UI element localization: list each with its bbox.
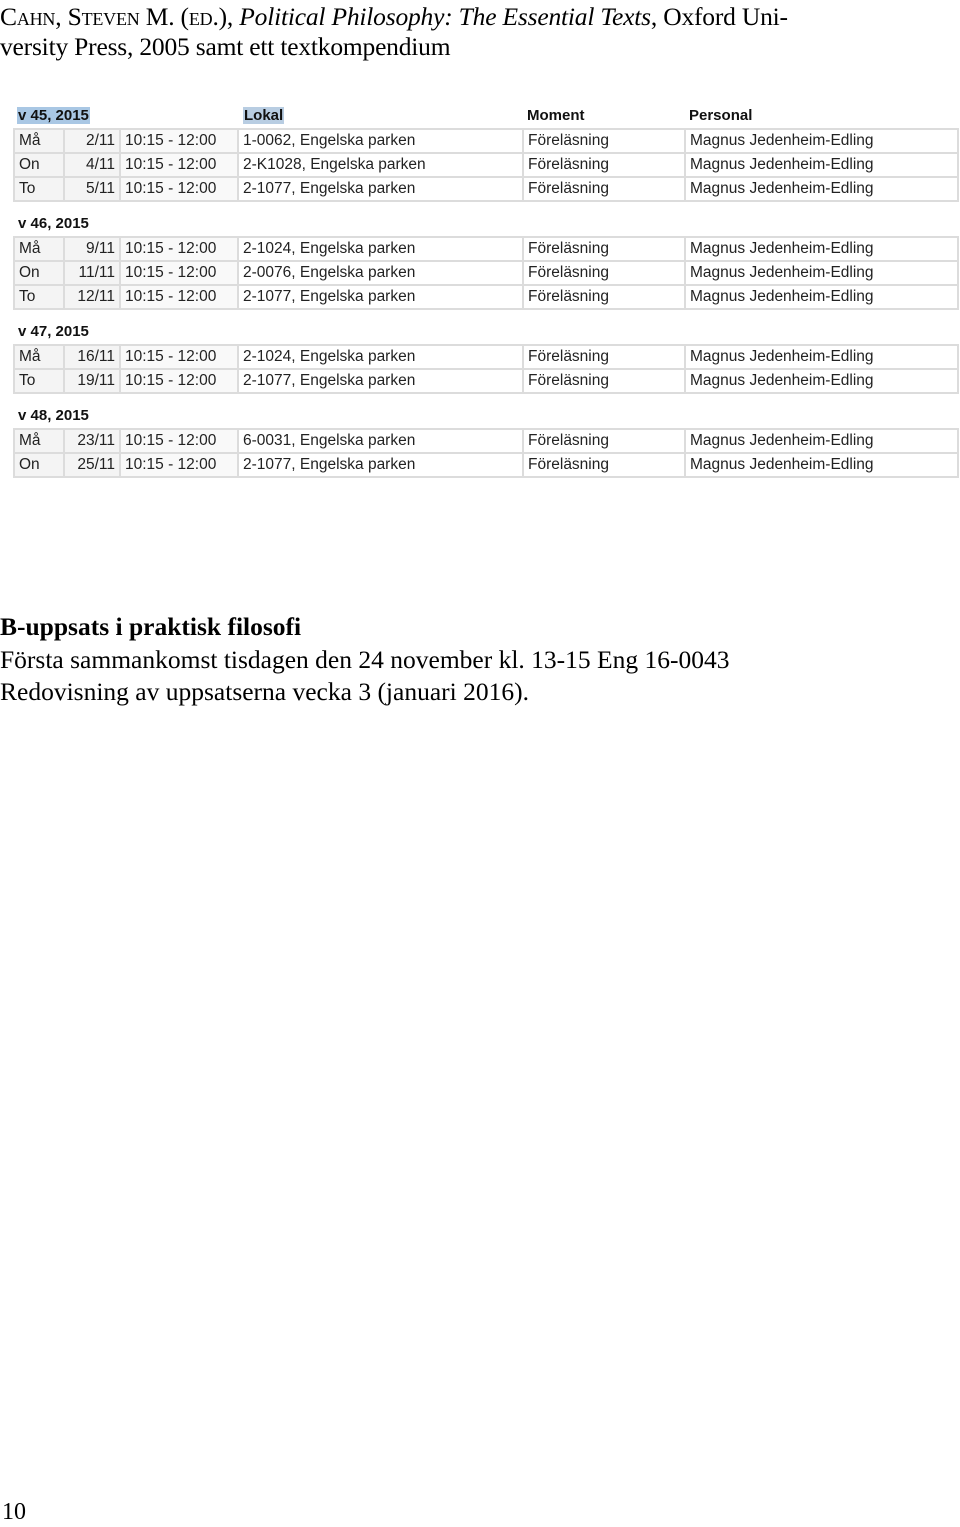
week-label: v 48, 2015 bbox=[18, 407, 89, 424]
cell-moment: Föreläsning bbox=[522, 128, 686, 154]
cell-room: 2-1077, Engelska parken bbox=[237, 284, 524, 310]
table-row: On 4/11 10:15 - 12:00 2-K1028, Engelska par… bbox=[13, 152, 959, 178]
cell-room: 2-0076, Engelska parken bbox=[237, 260, 524, 286]
reference-line-1: Cahn, Steven M. (ed.), Political Philoso… bbox=[0, 2, 788, 31]
table-row: To 19/11 10:15 - 12:00 2-1077, Engelska par… bbox=[13, 368, 959, 394]
cell-room: 2-1077, Engelska parken bbox=[237, 368, 524, 394]
essay-presentation-info: Redovisning av uppsatserna vecka 3 (janu… bbox=[0, 677, 529, 706]
cell-moment: Föreläsning bbox=[522, 260, 686, 286]
cell-moment: Föreläsning bbox=[522, 284, 686, 310]
cell-day: Må bbox=[13, 428, 65, 454]
schedule-table: Må 9/11 10:15 - 12:00 2-1024, Engelska park… bbox=[13, 236, 959, 310]
cell-person: Magnus Jedenheim-Edling bbox=[684, 176, 959, 202]
schedule-table: Må 16/11 10:15 - 12:00 2-1024, Engelska par… bbox=[13, 344, 959, 394]
cell-date: 11/11 bbox=[63, 260, 121, 286]
cell-room: 6-0031, Engelska parken bbox=[237, 428, 524, 454]
table-row: On 11/11 10:15 - 12:00 2-0076, Engelska par… bbox=[13, 260, 959, 286]
cell-time: 10:15 - 12:00 bbox=[119, 176, 239, 202]
week-block: v 48, 2015 Må 23/11 10:15 - 12:00 6-0031, En… bbox=[13, 403, 959, 478]
table-row: Må 16/11 10:15 - 12:00 2-1024, Engelska par… bbox=[13, 344, 959, 370]
essay-section: B-uppsats i praktisk filosofi Första sam… bbox=[0, 611, 960, 709]
cell-moment: Föreläsning bbox=[522, 344, 686, 370]
cell-room: 2-1024, Engelska parken bbox=[237, 344, 524, 370]
week-header: v 47, 2015 bbox=[13, 319, 959, 344]
cell-date: 9/11 bbox=[63, 236, 121, 262]
week-header: v 46, 2015 bbox=[13, 211, 959, 236]
week-label: v 45, 2015 bbox=[17, 107, 90, 124]
cell-time: 10:15 - 12:00 bbox=[119, 452, 239, 478]
cell-day: On bbox=[13, 452, 65, 478]
cell-day: To bbox=[13, 176, 65, 202]
cell-day: Må bbox=[13, 128, 65, 154]
cell-date: 2/11 bbox=[63, 128, 121, 154]
reference-line-2: versity Press, 2005 samt ett textkompend… bbox=[0, 32, 451, 61]
week-label: v 47, 2015 bbox=[18, 323, 89, 340]
cell-room: 2-K1028, Engelska parken bbox=[237, 152, 524, 178]
essay-meeting-info: Första sammankomst tisdagen den 24 novem… bbox=[0, 644, 730, 674]
cell-date: 16/11 bbox=[63, 344, 121, 370]
cell-date: 4/11 bbox=[63, 152, 121, 178]
essay-title: B-uppsats i praktisk filosofi bbox=[0, 612, 302, 641]
cell-person: Magnus Jedenheim-Edling bbox=[684, 236, 959, 262]
cell-day: On bbox=[13, 260, 65, 286]
cell-day: To bbox=[13, 284, 65, 310]
schedule-table: Må 23/11 10:15 - 12:00 6-0031, Engelska par… bbox=[13, 428, 959, 478]
cell-moment: Föreläsning bbox=[522, 428, 686, 454]
cell-moment: Föreläsning bbox=[522, 152, 686, 178]
column-header-moment: Moment bbox=[527, 107, 585, 124]
cell-day: Må bbox=[13, 344, 65, 370]
cell-moment: Föreläsning bbox=[522, 236, 686, 262]
table-row: To 5/11 10:15 - 12:00 2-1077, Engelska park… bbox=[13, 176, 959, 202]
book-title: Political Philosophy: The Essential Text… bbox=[239, 2, 651, 31]
literature-reference: Cahn, Steven M. (ed.), Political Philoso… bbox=[0, 2, 960, 62]
schedule: v 45, 2015 Lokal Moment Personal Må 2/11 10:15… bbox=[13, 103, 959, 478]
cell-person: Magnus Jedenheim-Edling bbox=[684, 368, 959, 394]
cell-room: 1-0062, Engelska parken bbox=[237, 128, 524, 154]
cell-date: 19/11 bbox=[63, 368, 121, 394]
cell-time: 10:15 - 12:00 bbox=[119, 428, 239, 454]
cell-room: 2-1077, Engelska parken bbox=[237, 452, 524, 478]
cell-person: Magnus Jedenheim-Edling bbox=[684, 128, 959, 154]
cell-time: 10:15 - 12:00 bbox=[119, 284, 239, 310]
week-header: v 45, 2015 Lokal Moment Personal bbox=[13, 103, 959, 128]
cell-date: 23/11 bbox=[63, 428, 121, 454]
cell-date: 12/11 bbox=[63, 284, 121, 310]
table-row: To 12/11 10:15 - 12:00 2-1077, Engelska par… bbox=[13, 284, 959, 310]
column-header-personal: Personal bbox=[689, 107, 753, 124]
cell-person: Magnus Jedenheim-Edling bbox=[684, 152, 959, 178]
cell-time: 10:15 - 12:00 bbox=[119, 236, 239, 262]
schedule-table: Må 2/11 10:15 - 12:00 1-0062, Engelska park… bbox=[13, 128, 959, 202]
cell-person: Magnus Jedenheim-Edling bbox=[684, 344, 959, 370]
cell-time: 10:15 - 12:00 bbox=[119, 128, 239, 154]
week-block: v 46, 2015 Må 9/11 10:15 - 12:00 2-1024, Eng… bbox=[13, 211, 959, 310]
week-header: v 48, 2015 bbox=[13, 403, 959, 428]
cell-time: 10:15 - 12:00 bbox=[119, 260, 239, 286]
cell-time: 10:15 - 12:00 bbox=[119, 344, 239, 370]
cell-time: 10:15 - 12:00 bbox=[119, 152, 239, 178]
week-block: v 47, 2015 Må 16/11 10:15 - 12:00 2-1024, En… bbox=[13, 319, 959, 394]
cell-person: Magnus Jedenheim-Edling bbox=[684, 284, 959, 310]
page-number: 10 bbox=[2, 1499, 26, 1525]
week-block: v 45, 2015 Lokal Moment Personal Må 2/11 10:15… bbox=[13, 103, 959, 202]
cell-moment: Föreläsning bbox=[522, 368, 686, 394]
cell-moment: Föreläsning bbox=[522, 176, 686, 202]
cell-day: To bbox=[13, 368, 65, 394]
cell-person: Magnus Jedenheim-Edling bbox=[684, 260, 959, 286]
cell-person: Magnus Jedenheim-Edling bbox=[684, 428, 959, 454]
table-row: On 25/11 10:15 - 12:00 2-1077, Engelska par… bbox=[13, 452, 959, 478]
week-label: v 46, 2015 bbox=[18, 215, 89, 232]
cell-day: On bbox=[13, 152, 65, 178]
table-row: Må 23/11 10:15 - 12:00 6-0031, Engelska par… bbox=[13, 428, 959, 454]
cell-room: 2-1077, Engelska parken bbox=[237, 176, 524, 202]
cell-moment: Föreläsning bbox=[522, 452, 686, 478]
cell-date: 25/11 bbox=[63, 452, 121, 478]
column-header-lokal: Lokal bbox=[243, 107, 285, 124]
table-row: Må 2/11 10:15 - 12:00 1-0062, Engelska park… bbox=[13, 128, 959, 154]
cell-day: Må bbox=[13, 236, 65, 262]
table-row: Må 9/11 10:15 - 12:00 2-1024, Engelska park… bbox=[13, 236, 959, 262]
cell-room: 2-1024, Engelska parken bbox=[237, 236, 524, 262]
cell-date: 5/11 bbox=[63, 176, 121, 202]
cell-person: Magnus Jedenheim-Edling bbox=[684, 452, 959, 478]
cell-time: 10:15 - 12:00 bbox=[119, 368, 239, 394]
